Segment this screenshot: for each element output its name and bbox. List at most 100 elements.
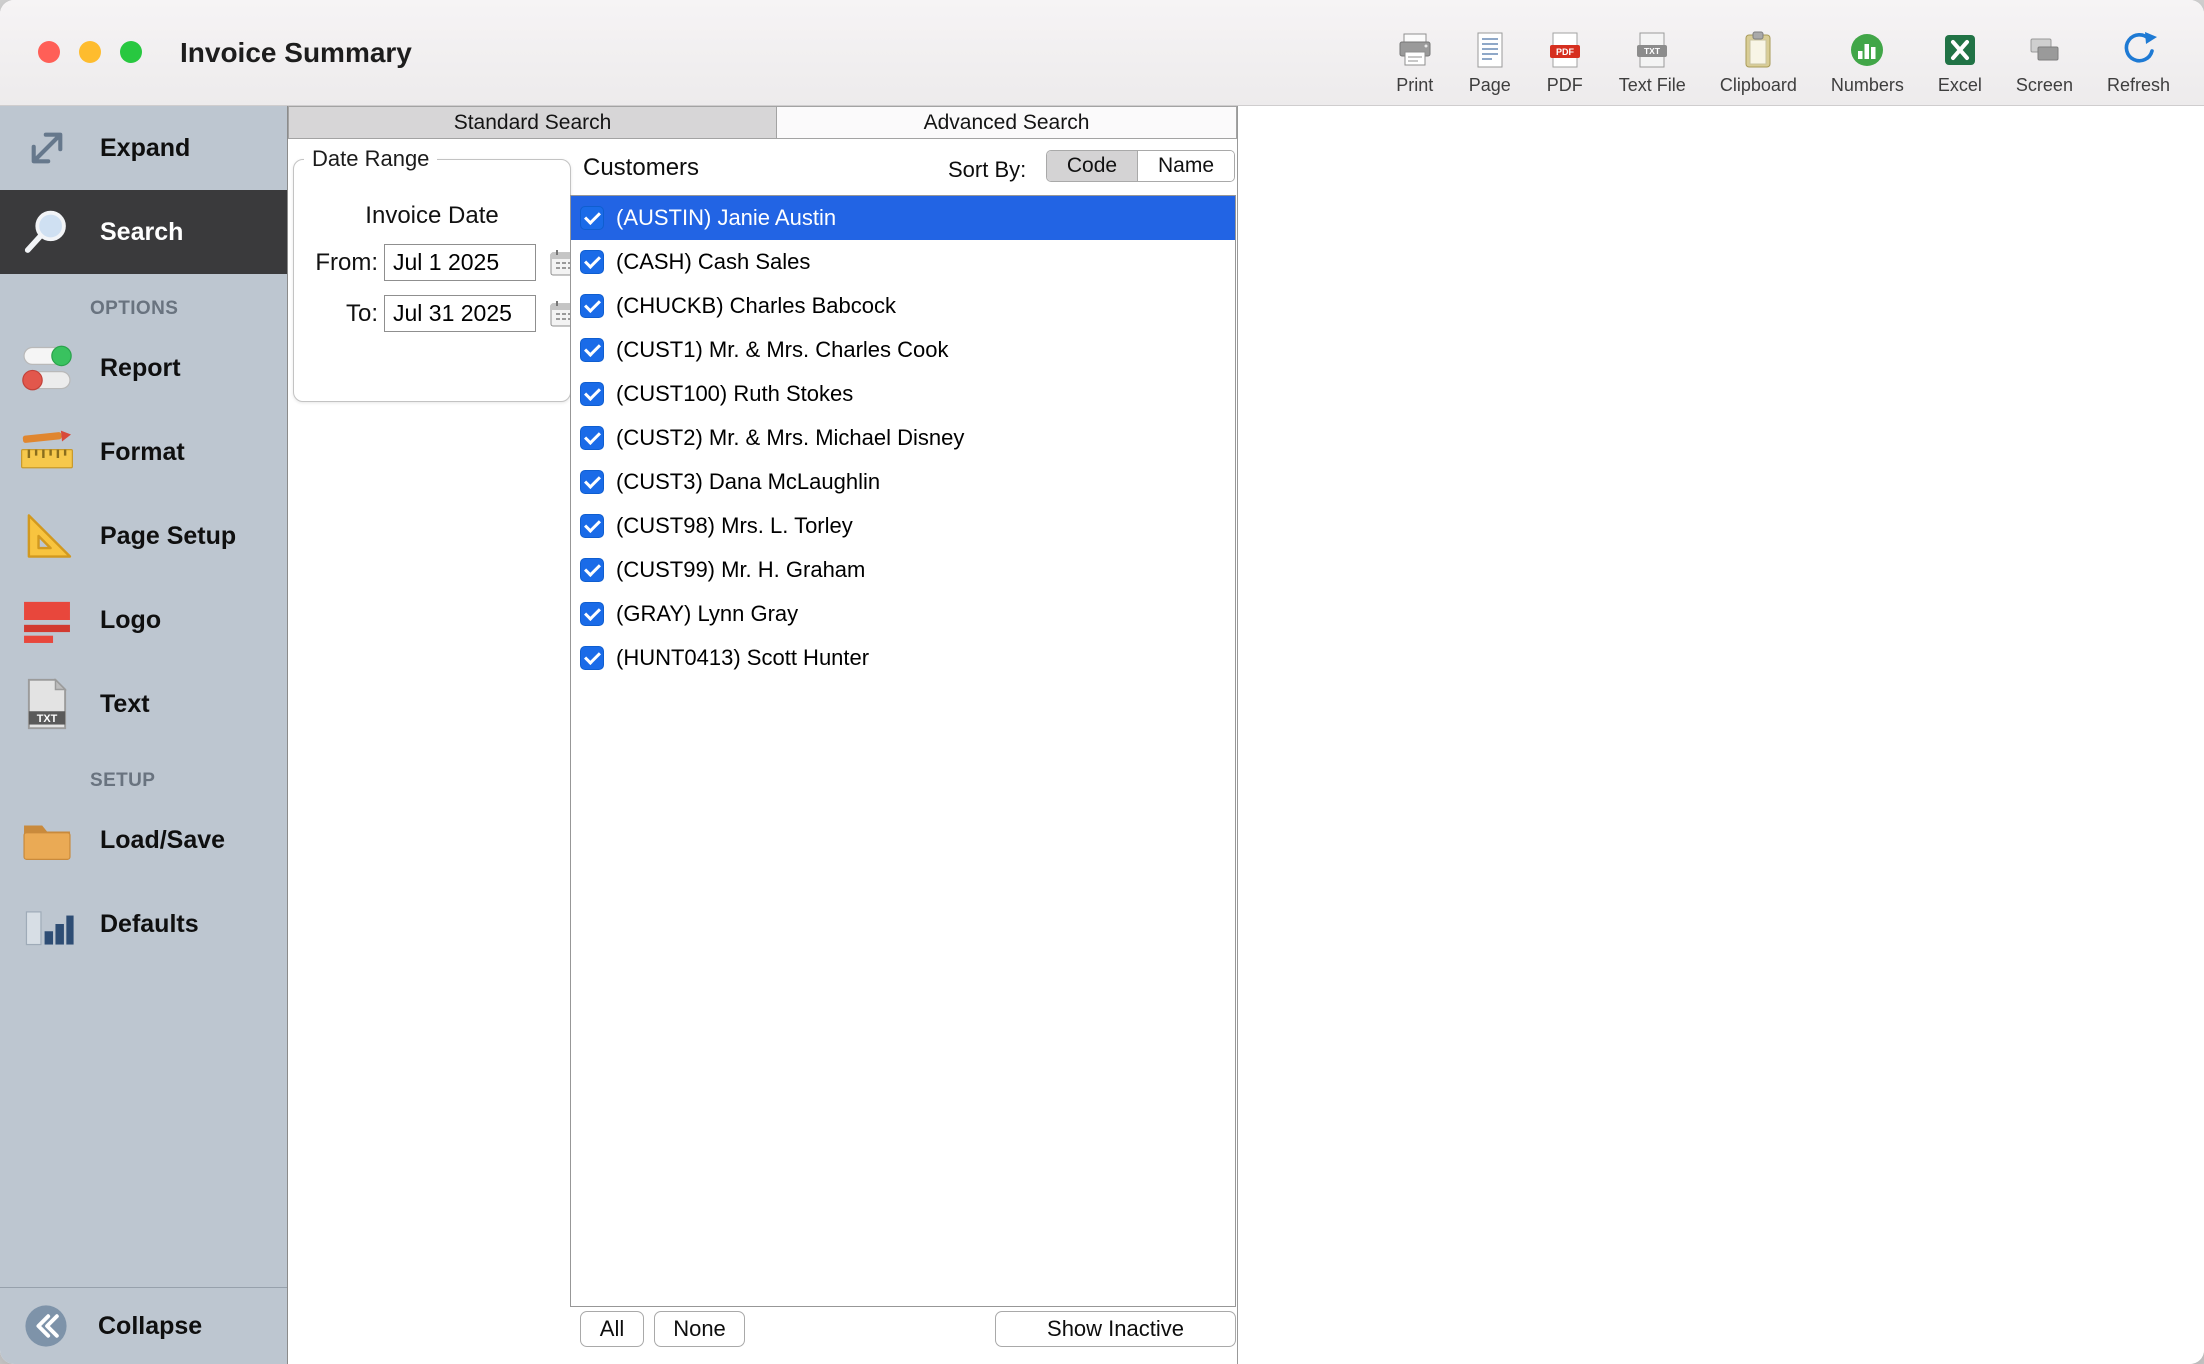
clipboard-icon bbox=[1738, 30, 1778, 70]
customer-checkbox[interactable] bbox=[580, 294, 604, 318]
customer-checkbox[interactable] bbox=[580, 646, 604, 670]
page-setup-icon bbox=[18, 507, 76, 565]
customer-checkbox[interactable] bbox=[580, 382, 604, 406]
customer-row[interactable]: (CUST100) Ruth Stokes bbox=[571, 372, 1235, 416]
customer-label: (CUST98) Mrs. L. Torley bbox=[616, 513, 853, 539]
numbers-toolbar-button[interactable]: Numbers bbox=[1831, 30, 1904, 96]
customer-label: (CUST99) Mr. H. Graham bbox=[616, 557, 865, 583]
sidebar-item-report[interactable]: Report bbox=[0, 326, 287, 410]
toolbar-item-label: Print bbox=[1396, 75, 1433, 96]
show-inactive-button[interactable]: Show Inactive bbox=[995, 1311, 1236, 1347]
customer-label: (AUSTIN) Janie Austin bbox=[616, 205, 836, 231]
to-label: To: bbox=[300, 300, 378, 328]
sort-by-segment: CodeName bbox=[1046, 150, 1235, 182]
minimize-window-button[interactable] bbox=[79, 41, 101, 63]
customer-checkbox[interactable] bbox=[580, 338, 604, 362]
expand-icon bbox=[18, 119, 76, 177]
sidebar-item-label: Load/Save bbox=[100, 826, 225, 855]
sidebar-item-load-save[interactable]: Load/Save bbox=[0, 798, 287, 882]
sidebar-item-label: Search bbox=[100, 218, 183, 247]
print-toolbar-button[interactable]: Print bbox=[1395, 30, 1435, 96]
from-date-input[interactable] bbox=[384, 244, 536, 281]
toolbar-item-label: PDF bbox=[1547, 75, 1583, 96]
invoice-date-label: Invoice Date bbox=[294, 202, 570, 230]
format-icon bbox=[18, 423, 76, 481]
from-date-row: From: bbox=[300, 244, 570, 281]
toolbar-item-label: Clipboard bbox=[1720, 75, 1797, 96]
sidebar-item-label: Expand bbox=[100, 134, 190, 163]
customer-label: (CASH) Cash Sales bbox=[616, 249, 810, 275]
report-preview-area bbox=[1238, 106, 2204, 1364]
customer-checkbox[interactable] bbox=[580, 250, 604, 274]
toolbar: Print Page PDF Text File Clipboard Numbers Exc… bbox=[1395, 0, 2170, 106]
sort-by-name-button[interactable]: Name bbox=[1137, 151, 1234, 181]
customer-label: (CUST100) Ruth Stokes bbox=[616, 381, 853, 407]
customer-row[interactable]: (CUST99) Mr. H. Graham bbox=[571, 548, 1235, 592]
tab-standard-search[interactable]: Standard Search bbox=[288, 106, 777, 139]
from-label: From: bbox=[300, 249, 378, 277]
sidebar-item-text[interactable]: Text bbox=[0, 662, 287, 746]
customer-row[interactable]: (CUST2) Mr. & Mrs. Michael Disney bbox=[571, 416, 1235, 460]
sidebar-item-label: Logo bbox=[100, 606, 161, 635]
sidebar-item-page-setup[interactable]: Page Setup bbox=[0, 494, 287, 578]
customer-row[interactable]: (CUST98) Mrs. L. Torley bbox=[571, 504, 1235, 548]
close-window-button[interactable] bbox=[38, 41, 60, 63]
tab-advanced-search[interactable]: Advanced Search bbox=[776, 106, 1237, 139]
sidebar-item-label: Defaults bbox=[100, 910, 199, 939]
refresh-icon bbox=[2118, 30, 2158, 70]
sidebar-item-defaults[interactable]: Defaults bbox=[0, 882, 287, 966]
sidebar-item-label: Collapse bbox=[98, 1312, 202, 1341]
defaults-icon bbox=[18, 895, 76, 953]
sidebar-item-collapse[interactable]: Collapse bbox=[0, 1287, 287, 1364]
printer-icon bbox=[1395, 30, 1435, 70]
customer-row[interactable]: (CUST3) Dana McLaughlin bbox=[571, 460, 1235, 504]
customer-checkbox[interactable] bbox=[580, 514, 604, 538]
screen-toolbar-button[interactable]: Screen bbox=[2016, 30, 2073, 96]
clipboard-toolbar-button[interactable]: Clipboard bbox=[1720, 30, 1797, 96]
sidebar-item-search[interactable]: Search bbox=[0, 190, 287, 274]
excel-toolbar-button[interactable]: Excel bbox=[1938, 30, 1982, 96]
zoom-window-button[interactable] bbox=[120, 41, 142, 63]
customer-checkbox[interactable] bbox=[580, 602, 604, 626]
sidebar-item-format[interactable]: Format bbox=[0, 410, 287, 494]
pdf-icon bbox=[1545, 30, 1585, 70]
text-file-icon bbox=[1632, 30, 1672, 70]
to-date-row: To: bbox=[300, 295, 570, 332]
sidebar-item-expand[interactable]: Expand bbox=[0, 106, 287, 190]
refresh-toolbar-button[interactable]: Refresh bbox=[2107, 30, 2170, 96]
customer-row[interactable]: (GRAY) Lynn Gray bbox=[571, 592, 1235, 636]
customer-checkbox[interactable] bbox=[580, 206, 604, 230]
select-all-button[interactable]: All bbox=[580, 1311, 644, 1347]
report-icon bbox=[18, 339, 76, 397]
pdf-toolbar-button[interactable]: PDF bbox=[1545, 30, 1585, 96]
titlebar: Invoice Summary PrintPagePDFText FileCli… bbox=[0, 0, 2204, 106]
page-toolbar-button[interactable]: Page bbox=[1469, 30, 1511, 96]
sidebar-section-header: OPTIONS bbox=[0, 274, 287, 326]
toolbar-item-label: Page bbox=[1469, 75, 1511, 96]
customer-row[interactable]: (AUSTIN) Janie Austin bbox=[571, 196, 1235, 240]
select-none-button[interactable]: None bbox=[654, 1311, 745, 1347]
numbers-icon bbox=[1847, 30, 1887, 70]
toolbar-item-label: Excel bbox=[1938, 75, 1982, 96]
customer-row[interactable]: (CASH) Cash Sales bbox=[571, 240, 1235, 284]
sidebar-item-label: Report bbox=[100, 354, 181, 383]
customer-checkbox[interactable] bbox=[580, 558, 604, 582]
to-date-input[interactable] bbox=[384, 295, 536, 332]
customer-checkbox[interactable] bbox=[580, 426, 604, 450]
sidebar-item-logo[interactable]: Logo bbox=[0, 578, 287, 662]
sidebar-item-label: Text bbox=[100, 690, 150, 719]
customer-row[interactable]: (CHUCKB) Charles Babcock bbox=[571, 284, 1235, 328]
customers-header: Customers bbox=[583, 154, 699, 182]
window-controls bbox=[38, 41, 142, 63]
text-icon bbox=[18, 675, 76, 733]
load-save-icon bbox=[18, 811, 76, 869]
sidebar-item-label: Page Setup bbox=[100, 522, 236, 551]
sort-by-code-button[interactable]: Code bbox=[1047, 151, 1137, 181]
customer-row[interactable]: (CUST1) Mr. & Mrs. Charles Cook bbox=[571, 328, 1235, 372]
screen-icon bbox=[2024, 30, 2064, 70]
customer-checkbox[interactable] bbox=[580, 470, 604, 494]
text-file-toolbar-button[interactable]: Text File bbox=[1619, 30, 1686, 96]
toolbar-item-label: Numbers bbox=[1831, 75, 1904, 96]
customer-row[interactable]: (HUNT0413) Scott Hunter bbox=[571, 636, 1235, 680]
page-icon bbox=[1470, 30, 1510, 70]
